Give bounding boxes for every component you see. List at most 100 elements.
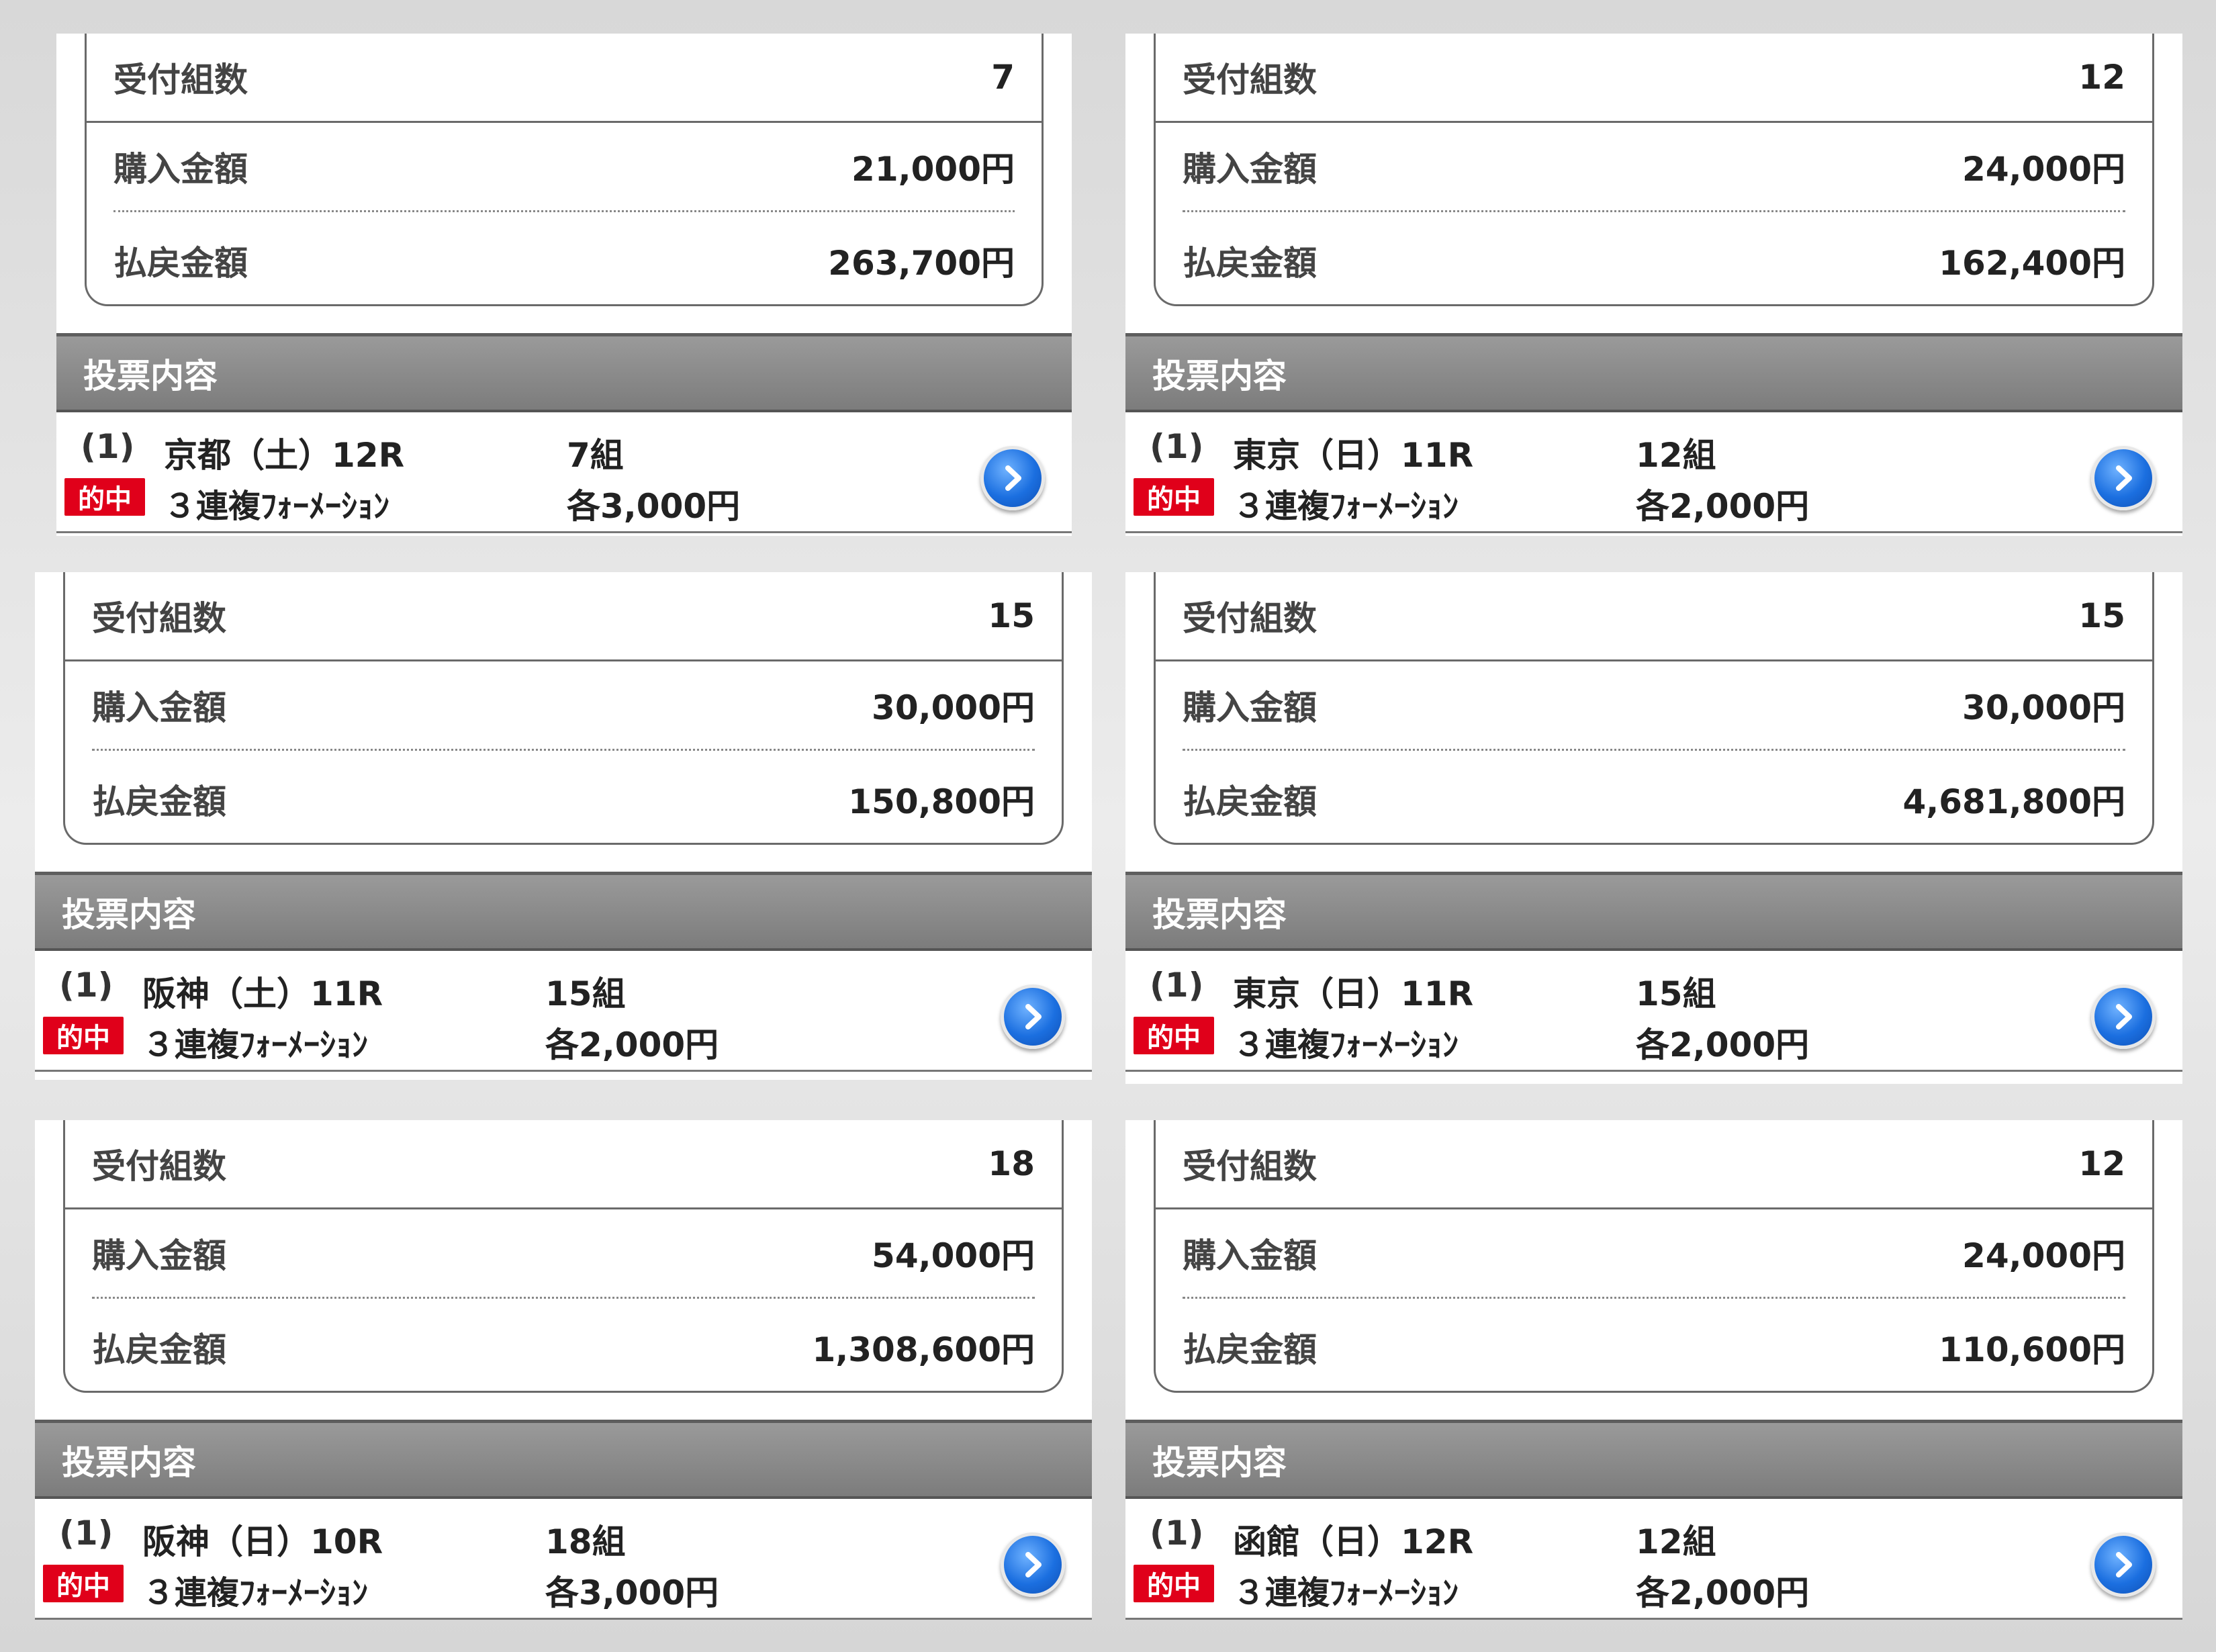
purchase-value: 21,000円 [851, 150, 1015, 189]
vote-content-header: 投票内容 [35, 872, 1092, 951]
bet-index: (1) [59, 1514, 113, 1553]
race-name: 京都（土）12R [164, 436, 405, 475]
count-value: 7 [991, 58, 1015, 97]
count-value: 12 [2078, 58, 2125, 97]
summary-box: 受付組数 15 購入金額 30,000円 払戻金額 150,800円 [63, 572, 1064, 845]
bet-type: ３連複ﾌｫｰﾒｰｼｮﾝ [142, 1026, 369, 1064]
purchase-label: 購入金額 [1183, 688, 1317, 727]
race-name: 函館（日）12R [1233, 1522, 1474, 1561]
payout-label: 払戻金額 [1183, 782, 1317, 821]
bet-type: ３連複ﾌｫｰﾒｰｼｮﾝ [142, 1574, 369, 1612]
payout-row: 払戻金額 150,800円 [92, 755, 1035, 843]
count-value: 18 [988, 1144, 1035, 1183]
combination-count: 12組 [1636, 1522, 1716, 1561]
chevron-right-icon[interactable] [2091, 1532, 2156, 1597]
hit-badge: 的中 [1134, 1565, 1214, 1602]
payout-label: 払戻金額 [1183, 1330, 1317, 1369]
payout-label: 払戻金額 [1183, 244, 1317, 283]
payout-value: 263,700円 [828, 244, 1015, 283]
race-name: 阪神（日）10R [142, 1522, 383, 1561]
chevron-right-icon[interactable] [2091, 446, 2156, 510]
bet-type: ３連複ﾌｫｰﾒｰｼｮﾝ [164, 488, 390, 525]
count-label: 受付組数 [1183, 599, 1317, 638]
count-value: 15 [2078, 596, 2125, 635]
payout-label: 払戻金額 [92, 782, 226, 821]
payout-row: 払戻金額 4,681,800円 [1183, 755, 2125, 843]
chevron-right-icon[interactable] [1001, 1532, 1065, 1597]
purchase-row: 購入金額 30,000円 [92, 661, 1035, 751]
vote-content-title: 投票内容 [1152, 356, 1287, 396]
purchase-row: 購入金額 54,000円 [92, 1209, 1035, 1299]
count-row: 受付組数 15 [1156, 572, 2152, 661]
race-name: 阪神（土）11R [142, 974, 383, 1013]
summary-box: 受付組数 12 購入金額 24,000円 払戻金額 110,600円 [1154, 1120, 2154, 1393]
count-label: 受付組数 [92, 1147, 226, 1186]
amount-each: 各3,000円 [545, 1573, 719, 1612]
purchase-label: 購入金額 [113, 150, 248, 189]
summary-box: 受付組数 7 購入金額 21,000円 払戻金額 263,700円 [85, 34, 1044, 306]
count-label: 受付組数 [113, 60, 248, 99]
hit-badge: 的中 [1134, 1017, 1214, 1054]
combination-count: 12組 [1636, 436, 1716, 475]
vote-detail-row[interactable]: (1) 京都（土）12R 7組 的中 ３連複ﾌｫｰﾒｰｼｮﾝ 各3,000円 [56, 412, 1072, 533]
count-row: 受付組数 12 [1156, 34, 2152, 123]
chevron-right-icon[interactable] [1001, 984, 1065, 1049]
summary-box: 受付組数 15 購入金額 30,000円 払戻金額 4,681,800円 [1154, 572, 2154, 845]
count-row: 受付組数 7 [87, 34, 1042, 123]
vote-detail-row[interactable]: (1) 阪神（日）10R 18組 的中 ３連複ﾌｫｰﾒｰｼｮﾝ 各3,000円 [35, 1499, 1092, 1620]
count-value: 15 [988, 596, 1035, 635]
race-name: 東京（日）11R [1233, 436, 1474, 475]
purchase-label: 購入金額 [1183, 1236, 1317, 1275]
vote-content-header: 投票内容 [1125, 872, 2182, 951]
payout-row: 払戻金額 1,308,600円 [92, 1303, 1035, 1391]
chevron-right-icon[interactable] [980, 446, 1045, 510]
vote-detail-row[interactable]: (1) 東京（日）11R 15組 的中 ３連複ﾌｫｰﾒｰｼｮﾝ 各2,000円 [1125, 951, 2182, 1072]
vote-content-header: 投票内容 [56, 333, 1072, 412]
combination-count: 15組 [1636, 974, 1716, 1013]
vote-content-header: 投票内容 [35, 1420, 1092, 1499]
vote-content-header: 投票内容 [1125, 333, 2182, 412]
vote-detail-row[interactable]: (1) 東京（日）11R 12組 的中 ３連複ﾌｫｰﾒｰｼｮﾝ 各2,000円 [1125, 412, 2182, 533]
chevron-right-icon[interactable] [2091, 984, 2156, 1049]
vote-content-header: 投票内容 [1125, 1420, 2182, 1499]
payout-row: 払戻金額 162,400円 [1183, 217, 2125, 304]
bet-index: (1) [1150, 966, 1204, 1005]
amount-each: 各2,000円 [1636, 1025, 1810, 1064]
hit-badge: 的中 [1134, 478, 1214, 516]
purchase-row: 購入金額 30,000円 [1183, 661, 2125, 751]
combination-count: 18組 [545, 1522, 626, 1561]
count-row: 受付組数 18 [65, 1120, 1062, 1209]
purchase-value: 30,000円 [1962, 688, 2125, 727]
vote-detail-row[interactable]: (1) 函館（日）12R 12組 的中 ３連複ﾌｫｰﾒｰｼｮﾝ 各2,000円 [1125, 1499, 2182, 1620]
vote-content-title: 投票内容 [1152, 1442, 1287, 1482]
bet-result-panel: 受付組数 15 購入金額 30,000円 払戻金額 150,800円 投票内容 … [35, 572, 1092, 1080]
amount-each: 各2,000円 [1636, 1573, 1810, 1612]
bet-type: ３連複ﾌｫｰﾒｰｼｮﾝ [1233, 488, 1459, 525]
combination-count: 7組 [567, 436, 624, 475]
hit-badge: 的中 [43, 1565, 124, 1602]
vote-detail-row[interactable]: (1) 阪神（土）11R 15組 的中 ３連複ﾌｫｰﾒｰｼｮﾝ 各2,000円 [35, 951, 1092, 1072]
bet-index: (1) [81, 427, 135, 466]
bet-result-panel: 受付組数 18 購入金額 54,000円 払戻金額 1,308,600円 投票内… [35, 1120, 1092, 1620]
payout-value: 150,800円 [848, 782, 1035, 821]
count-value: 12 [2078, 1144, 2125, 1183]
amount-each: 各3,000円 [567, 487, 741, 526]
purchase-value: 24,000円 [1962, 1236, 2125, 1275]
purchase-value: 30,000円 [872, 688, 1035, 727]
purchase-label: 購入金額 [1183, 150, 1317, 189]
bet-type: ３連複ﾌｫｰﾒｰｼｮﾝ [1233, 1574, 1459, 1612]
amount-each: 各2,000円 [545, 1025, 719, 1064]
payout-row: 払戻金額 110,600円 [1183, 1303, 2125, 1391]
bet-index: (1) [1150, 1514, 1204, 1553]
payout-value: 1,308,600円 [812, 1330, 1035, 1369]
payout-value: 110,600円 [1939, 1330, 2125, 1369]
vote-content-title: 投票内容 [62, 1442, 196, 1482]
vote-content-title: 投票内容 [1152, 894, 1287, 934]
purchase-value: 54,000円 [872, 1236, 1035, 1275]
purchase-label: 購入金額 [92, 1236, 226, 1275]
bet-result-panel: 受付組数 15 購入金額 30,000円 払戻金額 4,681,800円 投票内… [1125, 572, 2182, 1084]
count-label: 受付組数 [1183, 60, 1317, 99]
purchase-label: 購入金額 [92, 688, 226, 727]
vote-content-title: 投票内容 [62, 894, 196, 934]
count-label: 受付組数 [1183, 1147, 1317, 1186]
